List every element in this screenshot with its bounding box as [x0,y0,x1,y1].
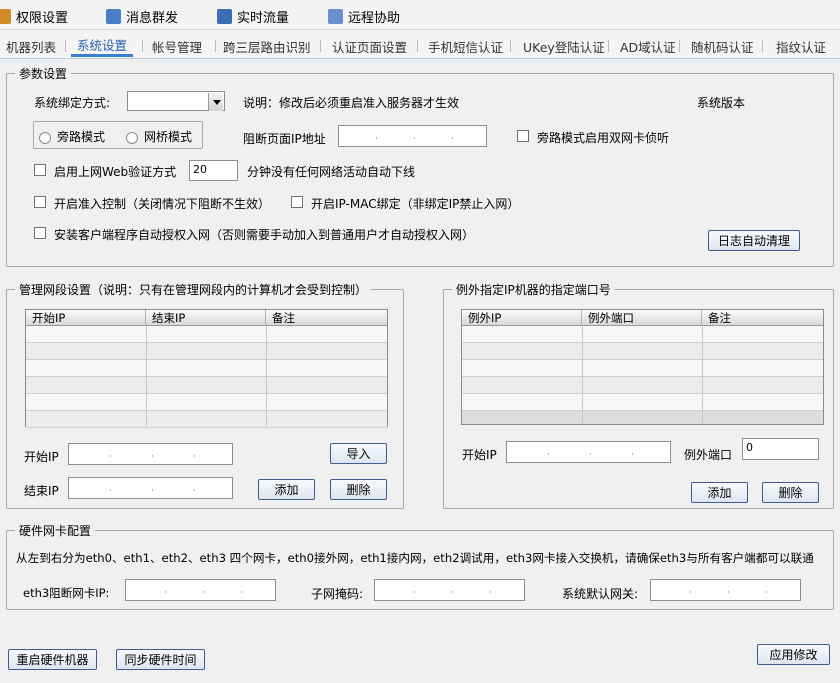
hardware-nic-group: 硬件网卡配置 从左到右分为eth0、eth1、eth2、eth3 四个网卡，et… [6,522,834,610]
table-row[interactable] [462,343,823,360]
web-auth-label: 启用上网Web验证方式 [54,165,177,179]
start-ip-label: 开始IP [24,450,59,464]
tab-layer3-routing[interactable]: 跨三层路由识别 [217,35,317,57]
exception-ip-label: 开始IP [462,448,497,462]
default-gateway-input[interactable]: · · · [650,579,801,601]
sync-hardware-time-button[interactable]: 同步硬件时间 [116,649,205,670]
message-icon [106,8,121,24]
subnet-mask-label: 子网掩码: [311,587,364,601]
realtime-traffic-button[interactable]: 实时流量 [217,6,289,26]
dual-nic-label: 旁路模式启用双网卡侦听 [537,131,670,145]
tab-random-code-auth[interactable]: 随机码认证 [685,35,760,57]
mode-radio-group: 旁路模式 网桥模式 [33,121,203,149]
tab-bar: 机器列表 系统设置 帐号管理 跨三层路由识别 认证页面设置 手机短信认证 UKe… [0,31,840,59]
radio-icon [126,131,138,144]
exception-port-legend: 例外指定IP机器的指定端口号 [452,281,615,298]
table-row[interactable] [26,360,387,377]
table-header: 例外IP 例外端口 备注 [462,310,823,326]
end-ip-label: 结束IP [24,484,59,498]
hardware-nic-legend: 硬件网卡配置 [15,522,96,539]
top-toolbar: 权限设置 消息群发 实时流量 远程协助 [0,0,840,30]
exception-ip-input[interactable]: · · · [506,441,671,463]
add-exception-button[interactable]: 添加 [691,482,748,503]
col-remark[interactable]: 备注 [266,310,387,326]
restart-note: 说明：修改后必须重启准入服务器才生效 [243,96,460,110]
exception-port-group: 例外指定IP机器的指定端口号 例外IP 例外端口 备注 开始IP · · · 例外端… [443,281,834,509]
param-settings-legend: 参数设置 [15,65,72,82]
table-row[interactable] [26,394,387,411]
monitor-icon [217,8,232,24]
tab-system-settings[interactable]: 系统设置 [71,35,134,57]
tab-machine-list[interactable]: 机器列表 [0,35,62,57]
table-row[interactable] [462,326,823,343]
start-ip-input[interactable]: · · · [68,443,233,465]
ip-mac-bind-label: 开启IP-MAC绑定（非绑定IP禁止入网） [311,197,520,211]
col-exception-port[interactable]: 例外端口 [582,310,702,326]
col-start-ip[interactable]: 开始IP [26,310,146,326]
block-page-ip-input[interactable]: · · · [338,125,487,147]
system-version-label: 系统版本 [697,96,746,110]
auto-auth-label: 安装客户端程序自动授权入网（否则需要手动加入到普通用户才自动授权入网） [54,228,475,242]
delete-exception-button[interactable]: 删除 [762,482,819,503]
import-button[interactable]: 导入 [330,443,387,464]
message-broadcast-button[interactable]: 消息群发 [106,6,178,26]
dual-nic-checkbox[interactable] [517,130,529,142]
table-header: 开始IP 结束IP 备注 [26,310,387,326]
bind-mode-select[interactable] [127,91,225,111]
tab-account-management[interactable]: 帐号管理 [146,35,208,57]
tab-ukey-auth[interactable]: UKey登陆认证 [517,35,611,57]
web-auth-minutes-input[interactable]: 20 [189,160,238,181]
exception-port-input[interactable]: 0 [742,438,819,460]
exception-port-label: 例外端口 [684,448,733,462]
manage-segment-legend: 管理网段设置（说明：只有在管理网段内的计算机才会受到控制） [15,281,372,298]
table-row[interactable] [26,411,387,428]
table-row[interactable] [462,360,823,377]
tab-ad-auth[interactable]: AD域认证 [614,35,682,57]
manage-segment-table: 开始IP 结束IP 备注 [25,309,388,428]
permission-icon [0,8,11,24]
delete-segment-button[interactable]: 删除 [330,479,387,500]
exception-port-table: 例外IP 例外端口 备注 [461,309,824,425]
tab-fingerprint-auth[interactable]: 指纹认证 [770,35,832,57]
chevron-down-icon[interactable] [208,93,223,111]
table-row[interactable] [26,377,387,394]
eth3-ip-label: eth3阻断网卡IP: [23,586,110,600]
bridge-mode-radio[interactable]: 网桥模式 [126,128,192,145]
col-end-ip[interactable]: 结束IP [146,310,266,326]
col-remark[interactable]: 备注 [702,310,823,326]
auto-auth-checkbox[interactable] [34,227,46,239]
access-control-label: 开启准入控制（关闭情况下阻断不生效） [54,197,271,211]
tab-auth-page-settings[interactable]: 认证页面设置 [326,35,413,57]
eth3-ip-input[interactable]: · · · [125,579,276,601]
apply-changes-button[interactable]: 应用修改 [757,644,830,665]
access-control-checkbox[interactable] [34,196,46,208]
param-settings-group: 参数设置 系统绑定方式: 说明：修改后必须重启准入服务器才生效 系统版本 旁路模… [6,65,834,267]
table-row[interactable] [462,394,823,411]
manage-segment-group: 管理网段设置（说明：只有在管理网段内的计算机才会受到控制） 开始IP 结束IP … [6,281,404,509]
radio-icon [39,131,51,144]
log-auto-clean-button[interactable]: 日志自动清理 [708,230,800,251]
bind-mode-label: 系统绑定方式: [34,96,111,110]
subnet-mask-input[interactable]: · · · [374,579,525,601]
nic-description: 从左到右分为eth0、eth1、eth2、eth3 四个网卡，eth0接外网，e… [16,551,814,565]
ip-mac-bind-checkbox[interactable] [291,196,303,208]
table-row[interactable] [26,326,387,343]
block-page-ip-label: 阻断页面IP地址 [243,132,326,146]
tab-sms-auth[interactable]: 手机短信认证 [422,35,509,57]
col-exception-ip[interactable]: 例外IP [462,310,582,326]
reboot-hardware-button[interactable]: 重启硬件机器 [8,649,97,670]
web-auth-checkbox[interactable] [34,164,46,176]
bypass-mode-radio[interactable]: 旁路模式 [39,128,105,145]
table-row[interactable] [462,377,823,394]
end-ip-input[interactable]: · · · [68,477,233,499]
default-gateway-label: 系统默认网关: [562,587,639,601]
permission-settings-button[interactable]: 权限设置 [0,6,68,26]
remote-assist-button[interactable]: 远程协助 [328,6,400,26]
table-row[interactable] [26,343,387,360]
remote-icon [328,8,343,24]
add-segment-button[interactable]: 添加 [258,479,315,500]
web-auth-suffix: 分钟没有任何网络活动自动下线 [247,165,416,179]
